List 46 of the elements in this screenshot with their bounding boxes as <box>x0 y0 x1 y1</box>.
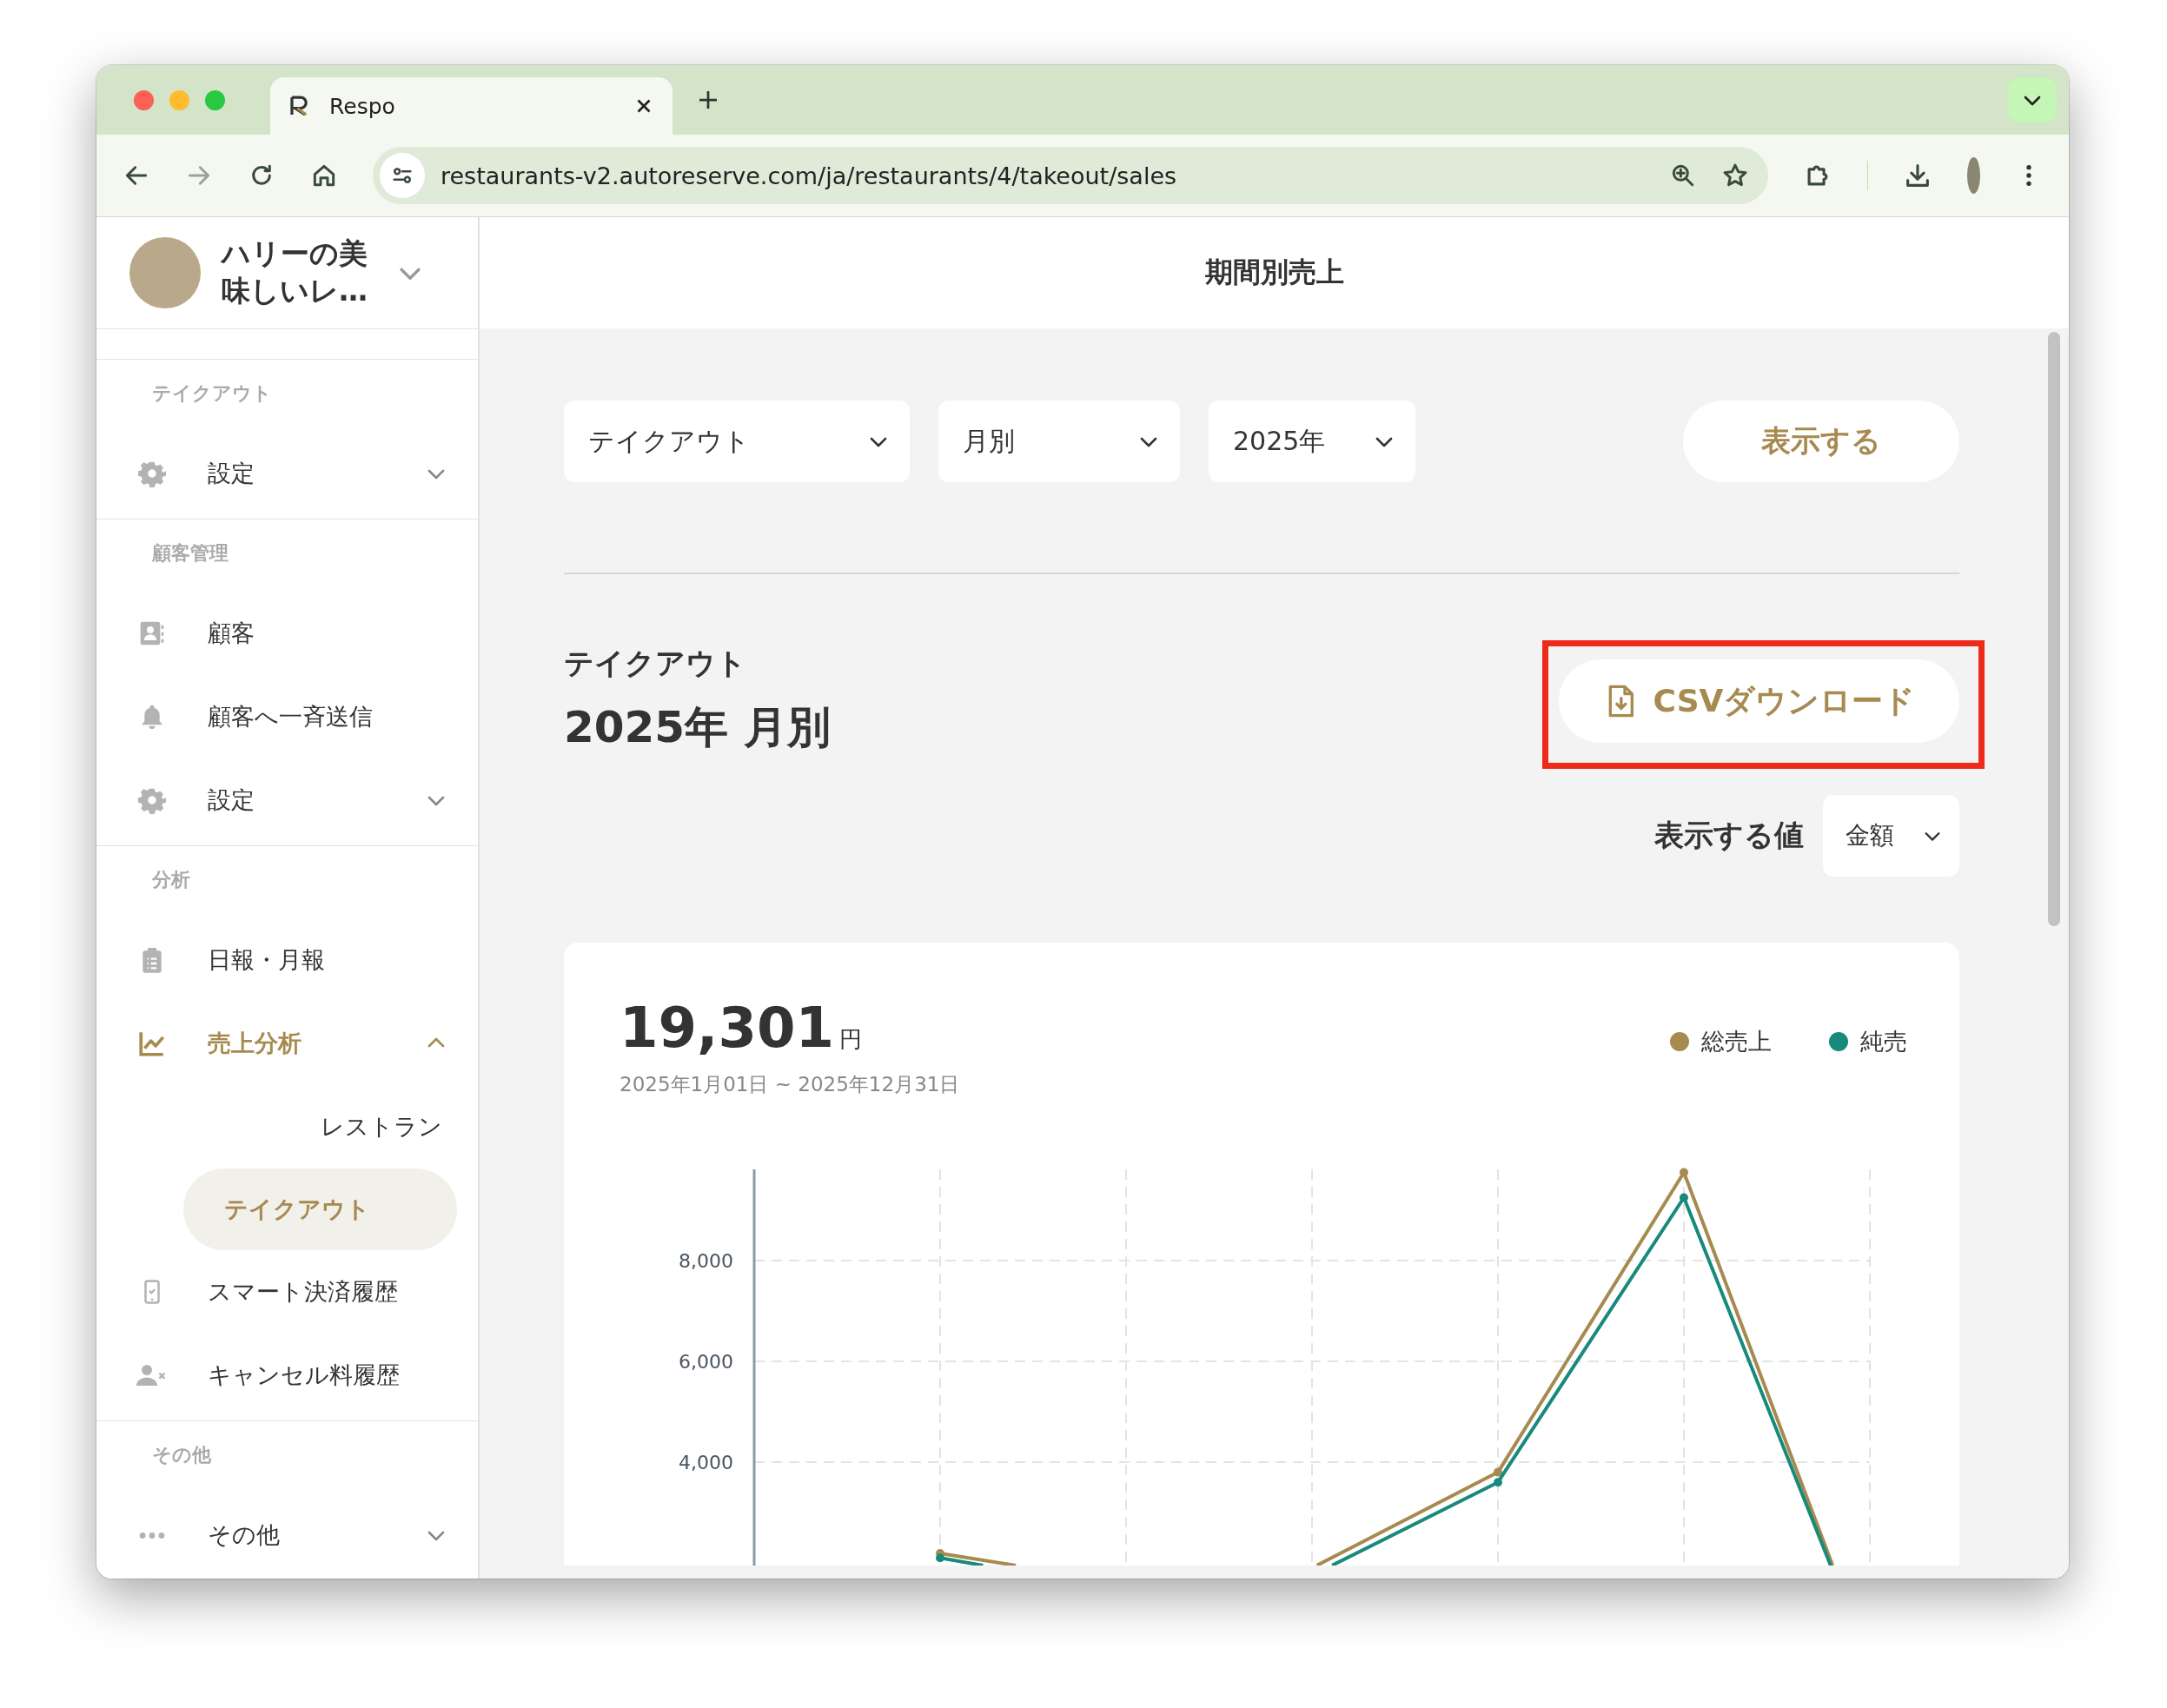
report-title: 2025年 月別 <box>564 701 831 754</box>
axis-tick-label: 4,000 <box>679 1452 733 1473</box>
gear-icon <box>138 460 166 487</box>
data-point <box>936 1553 944 1563</box>
axis-tick-label: 6,000 <box>679 1351 733 1373</box>
date-range: 2025年1月01日 ~ 2025年12月31日 <box>620 1072 960 1097</box>
browser-tab[interactable]: Respo <box>270 77 673 135</box>
data-point <box>1494 1467 1502 1477</box>
dropdown[interactable]: テイクアウト <box>564 401 910 482</box>
report-subtitle: テイクアウト <box>564 645 747 680</box>
more-dots-icon <box>139 1531 165 1539</box>
currency-unit: 円 <box>838 1025 862 1054</box>
profile-avatar[interactable] <box>1967 157 1980 194</box>
total-amount: 19,301 <box>620 995 834 1061</box>
legend-label: 総売上 <box>1701 1027 1772 1056</box>
sidebar-item[interactable]: 設定 <box>96 758 478 842</box>
tab-title: Respo <box>329 93 396 119</box>
data-point <box>1680 1168 1688 1177</box>
page-title: 期間別売上 <box>1204 255 1344 290</box>
section-label: 分析 <box>151 868 191 892</box>
store-switcher[interactable]: ハリーの美味しいレ… <box>96 217 478 329</box>
axis-tick-label: 8,000 <box>679 1250 733 1272</box>
dropdown[interactable]: 金額 <box>1823 795 1959 877</box>
data-point <box>1680 1193 1688 1202</box>
sidebar-item[interactable]: 設定 <box>96 432 478 515</box>
sidebar-item[interactable]: 顧客 <box>96 592 478 675</box>
contact-card-icon <box>138 619 166 647</box>
sidebar-item[interactable]: スマート決済履歴 <box>96 1250 478 1334</box>
sidebar-item[interactable]: 日報・月報 <box>96 918 478 1002</box>
section-label: テイクアウト <box>151 381 273 406</box>
data-point <box>1494 1478 1502 1487</box>
user-remove-icon <box>136 1362 168 1388</box>
sidebar-item[interactable]: 顧客へ一斉送信 <box>96 675 478 758</box>
legend-label: 純売 <box>1860 1027 1907 1056</box>
sidebar-item[interactable]: キャンセル料履歴 <box>96 1334 478 1417</box>
section-label: その他 <box>151 1443 212 1467</box>
dropdown[interactable]: 2025年 <box>1209 401 1415 482</box>
sidebar-item[interactable]: その他 <box>96 1493 478 1577</box>
gear-icon <box>138 786 166 814</box>
section-label: 顧客管理 <box>150 541 229 566</box>
submenu-item[interactable]: レストラン <box>96 1085 478 1168</box>
address-bar[interactable]: restaurants-v2.autoreserve.com/ja/restaurants/4/takeout/sales <box>373 147 1768 204</box>
dropdown[interactable]: 月別 <box>938 401 1180 482</box>
scrollbar-thumb[interactable] <box>2048 332 2060 926</box>
value-selector-label: 表示する値 <box>1654 817 1804 854</box>
url-text: restaurants-v2.autoreserve.com/ja/restaurants/4/takeout/sales <box>441 162 1178 189</box>
